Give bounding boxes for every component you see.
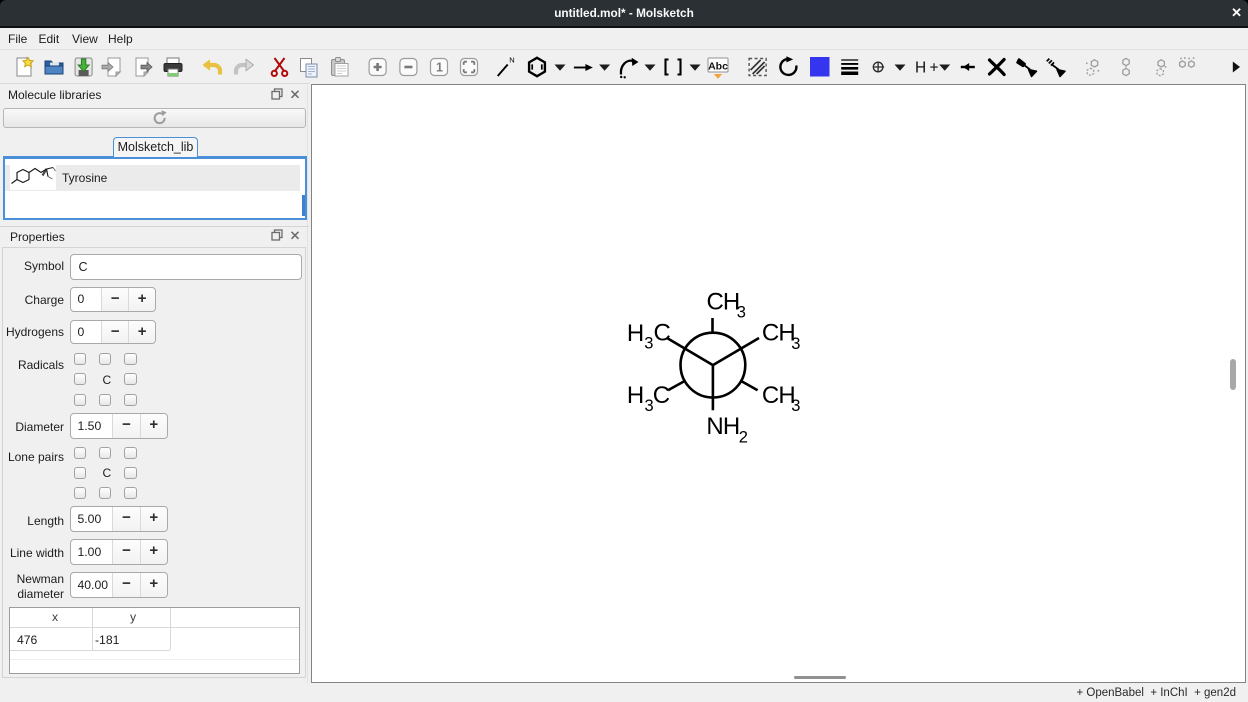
svg-text:1: 1 (436, 61, 443, 75)
svg-text:CH: CH (707, 289, 740, 316)
svg-text:Abc: Abc (708, 61, 728, 73)
svg-text:3: 3 (791, 397, 800, 415)
svg-text:3: 3 (737, 304, 746, 322)
svg-text:NH: NH (706, 413, 739, 440)
svg-text:H: H (627, 382, 643, 409)
svg-text:H: H (915, 60, 926, 77)
svg-text:C: C (653, 382, 670, 409)
svg-text:3: 3 (644, 335, 653, 353)
svg-text:+: + (930, 60, 939, 77)
svg-text:N: N (509, 56, 514, 65)
svg-text:3: 3 (791, 335, 800, 353)
svg-text:CH: CH (762, 382, 795, 409)
svg-text:H: H (627, 320, 643, 347)
svg-text:C: C (654, 320, 671, 347)
svg-text:CH: CH (762, 320, 795, 347)
svg-text:2: 2 (739, 428, 748, 446)
